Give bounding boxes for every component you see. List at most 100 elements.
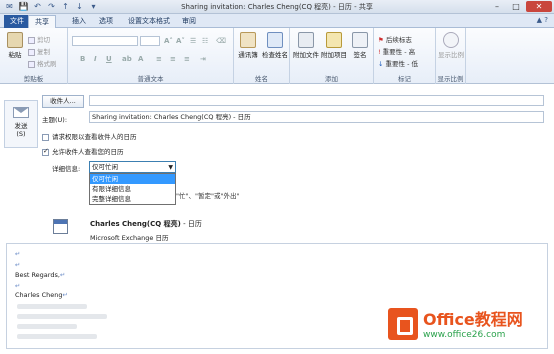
redacted-line: [17, 314, 107, 319]
group-names: 通讯簿 检查姓名 姓名: [234, 28, 290, 84]
send-label: 发送: [14, 122, 28, 130]
dropdown-option[interactable]: 仅可忙闲: [90, 174, 175, 184]
tab-insert[interactable]: 插入: [66, 15, 92, 28]
signature-label: 签名: [353, 51, 367, 59]
highlight-icon[interactable]: ab: [122, 55, 132, 63]
envelope-icon: [326, 32, 342, 48]
font-name-box[interactable]: [72, 36, 138, 46]
address-book-button[interactable]: 通讯簿: [236, 32, 260, 59]
low-importance-label: 重要性 - 低: [385, 60, 418, 68]
paperclip-icon: [298, 32, 314, 48]
magnifier-icon: [443, 32, 459, 48]
tab-review[interactable]: 审阅: [176, 15, 202, 28]
paste-icon: [7, 32, 23, 48]
group-label-include: 添加: [325, 75, 338, 83]
tab-format-text[interactable]: 设置文本格式: [122, 15, 176, 28]
maximize-button[interactable]: □: [507, 1, 525, 12]
high-importance-label: 重要性 - 高: [382, 48, 416, 56]
cut-label: 剪切: [37, 36, 50, 44]
tab-options[interactable]: 选项: [93, 15, 119, 28]
dropdown-option[interactable]: 有限详细信息: [90, 184, 175, 194]
font-color-icon[interactable]: A: [138, 55, 143, 63]
paste-label: 粘贴: [8, 51, 22, 59]
check-names-button[interactable]: 检查姓名: [261, 32, 289, 59]
body-regards: Best Regards,↵: [15, 271, 66, 279]
allow-view-checkbox[interactable]: 允许收件人查看您的日历: [42, 146, 124, 156]
close-button[interactable]: ✕: [526, 1, 552, 12]
help-icon[interactable]: ▲ ?: [537, 16, 548, 24]
align-center-icon[interactable]: ≡: [170, 55, 176, 63]
group-label-zoom: 显示比例: [437, 75, 464, 83]
group-label-basic-text: 普通文本: [137, 75, 164, 83]
format-painter-button[interactable]: 格式刷: [28, 58, 57, 68]
group-label-tags: 标记: [398, 75, 411, 83]
indent-icon[interactable]: ⇥: [200, 55, 206, 63]
tab-file[interactable]: 文件: [4, 15, 30, 28]
paragraph-mark: ↵: [15, 261, 21, 269]
zoom-button[interactable]: 显示比例: [437, 32, 465, 59]
redacted-line: [17, 324, 77, 329]
flag-icon: ⚑: [378, 36, 386, 44]
detail-dropdown-list: 仅可忙闲 有限详细信息 完整详细信息: [89, 173, 176, 205]
copy-button[interactable]: 复制: [28, 46, 50, 56]
shrink-font-icon[interactable]: A˅: [176, 37, 185, 45]
grow-font-icon[interactable]: A˄: [164, 37, 173, 45]
bullets-icon[interactable]: ☰: [190, 37, 196, 45]
checkbox-checked-icon: [42, 147, 49, 156]
send-shortcut: (S): [16, 130, 26, 138]
subject-field[interactable]: Sharing invitation: Charles Cheng(CQ 程亮)…: [89, 111, 544, 123]
group-label-clipboard: 剪贴板: [23, 75, 44, 83]
clear-format-icon[interactable]: ⌫: [216, 37, 226, 45]
copy-icon: [28, 48, 35, 56]
paste-button[interactable]: 粘贴: [4, 32, 26, 59]
italic-icon[interactable]: I: [94, 55, 97, 63]
align-right-icon[interactable]: ≡: [184, 55, 190, 63]
send-button[interactable]: 发送 (S): [4, 100, 38, 148]
high-importance-button[interactable]: ! 重要性 - 高: [378, 46, 415, 56]
detail-selected-value: 仅可忙闲: [92, 163, 118, 171]
cut-button[interactable]: 剪切: [28, 34, 50, 44]
align-left-icon[interactable]: ≡: [156, 55, 162, 63]
signature-icon: [352, 32, 368, 48]
calendar-name: Charles Cheng(CQ 程亮) - 日历: [90, 219, 202, 229]
follow-up-button[interactable]: ⚑ 后续标志: [378, 34, 412, 44]
allow-view-label: 允许收件人查看您的日历: [52, 148, 124, 156]
title-bar: ✉ 💾 ↶ ↷ ↑ ↓ ▾ Sharing invitation: Charle…: [0, 0, 554, 14]
paragraph-mark: ↵: [15, 282, 21, 290]
redacted-line: [17, 304, 87, 309]
to-button[interactable]: 收件人...: [42, 95, 84, 108]
group-clipboard: 粘贴 剪切 复制 格式刷 剪贴板: [0, 28, 68, 84]
follow-up-label: 后续标志: [385, 36, 412, 44]
detail-select[interactable]: 仅可忙闲 ▼: [89, 161, 176, 173]
attach-file-button[interactable]: 附加文件: [292, 32, 320, 59]
bold-icon[interactable]: B: [80, 55, 85, 63]
paragraph-mark: ↵: [15, 250, 21, 258]
watermark-title: Office教程网: [423, 310, 523, 329]
attach-item-button[interactable]: 附加项目: [320, 32, 348, 59]
underline-icon[interactable]: U: [106, 55, 112, 63]
minimize-button[interactable]: –: [488, 1, 506, 12]
dropdown-option[interactable]: 完整详细信息: [90, 194, 175, 204]
scissors-icon: [28, 36, 35, 44]
group-include: 附加文件 附加项目 签名 添加: [290, 28, 374, 84]
group-tags: ⚑ 后续标志 ! 重要性 - 高 ↓ 重要性 - 低 标记: [374, 28, 436, 84]
format-painter-label: 格式刷: [37, 60, 57, 68]
body-signature-name: Charles Cheng↵: [15, 291, 68, 299]
detail-label: 详细信息:: [52, 165, 81, 173]
signature-button[interactable]: 签名: [349, 32, 371, 59]
window-controls: – □ ✕: [488, 1, 552, 12]
low-importance-button[interactable]: ↓ 重要性 - 低: [378, 58, 418, 68]
font-size-box[interactable]: [140, 36, 160, 46]
attach-file-label: 附加文件: [293, 51, 319, 59]
office-logo-icon: [388, 308, 418, 340]
calendar-icon: [53, 219, 68, 234]
watermark-url: www.office26.com: [423, 330, 506, 340]
window-title: Sharing invitation: Charles Cheng(CQ 程亮)…: [181, 3, 373, 11]
redacted-line: [17, 334, 97, 339]
tab-share[interactable]: 共享: [28, 15, 56, 28]
brush-icon: [28, 60, 35, 68]
chevron-down-icon: ▼: [168, 164, 173, 171]
numbering-icon[interactable]: ☷: [202, 37, 208, 45]
request-permission-checkbox[interactable]: 请求权限以查看收件人的日历: [42, 131, 137, 141]
to-field[interactable]: [89, 95, 544, 106]
